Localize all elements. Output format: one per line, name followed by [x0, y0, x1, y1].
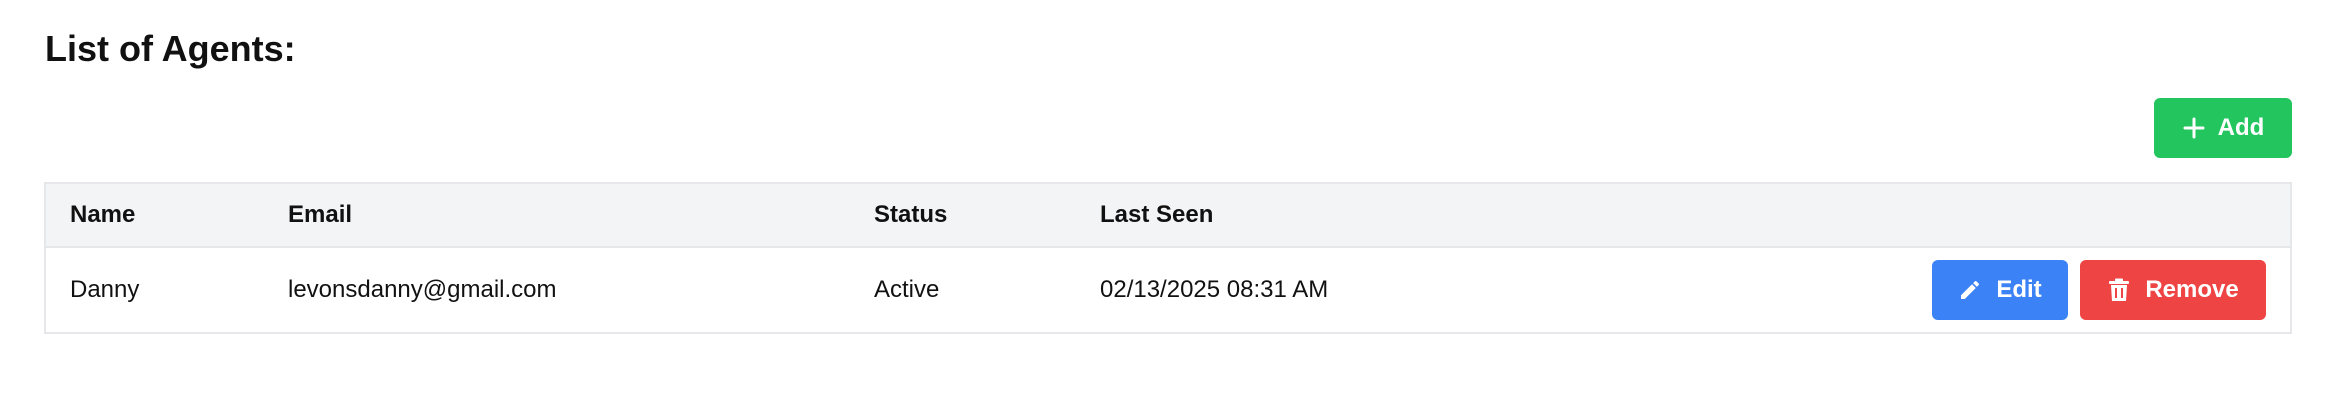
remove-agent-button[interactable]: Remove: [2080, 260, 2266, 320]
agent-last-seen: 02/13/2025 08:31 AM: [1100, 276, 1329, 303]
pencil-icon: [1958, 278, 1982, 302]
table-row: Danny levonsdanny@gmail.com Active 02/13…: [46, 248, 2290, 332]
page-title: List of Agents:: [45, 28, 296, 69]
trash-icon: [2107, 278, 2131, 302]
agent-status: Active: [874, 276, 940, 303]
column-header-email: Email: [288, 201, 353, 228]
remove-button-label: Remove: [2145, 276, 2239, 303]
column-header-name: Name: [70, 201, 136, 228]
agent-name: Danny: [70, 276, 140, 303]
column-header-last-seen: Last Seen: [1100, 201, 1214, 228]
plus-icon: [2182, 116, 2206, 140]
agent-email: levonsdanny@gmail.com: [288, 276, 557, 303]
agents-table: Name Email Status Last Seen Danny levons…: [44, 182, 2292, 334]
column-header-status: Status: [874, 201, 948, 228]
add-button-label: Add: [2217, 114, 2265, 141]
row-actions: Edit Remove: [1932, 260, 2266, 320]
add-agent-button[interactable]: Add: [2154, 98, 2292, 158]
edit-agent-button[interactable]: Edit: [1932, 260, 2068, 320]
table-header: Name Email Status Last Seen: [46, 184, 2290, 248]
agents-page: List of Agents: Add Name Email Status La…: [0, 0, 2338, 412]
edit-button-label: Edit: [1996, 276, 2042, 303]
